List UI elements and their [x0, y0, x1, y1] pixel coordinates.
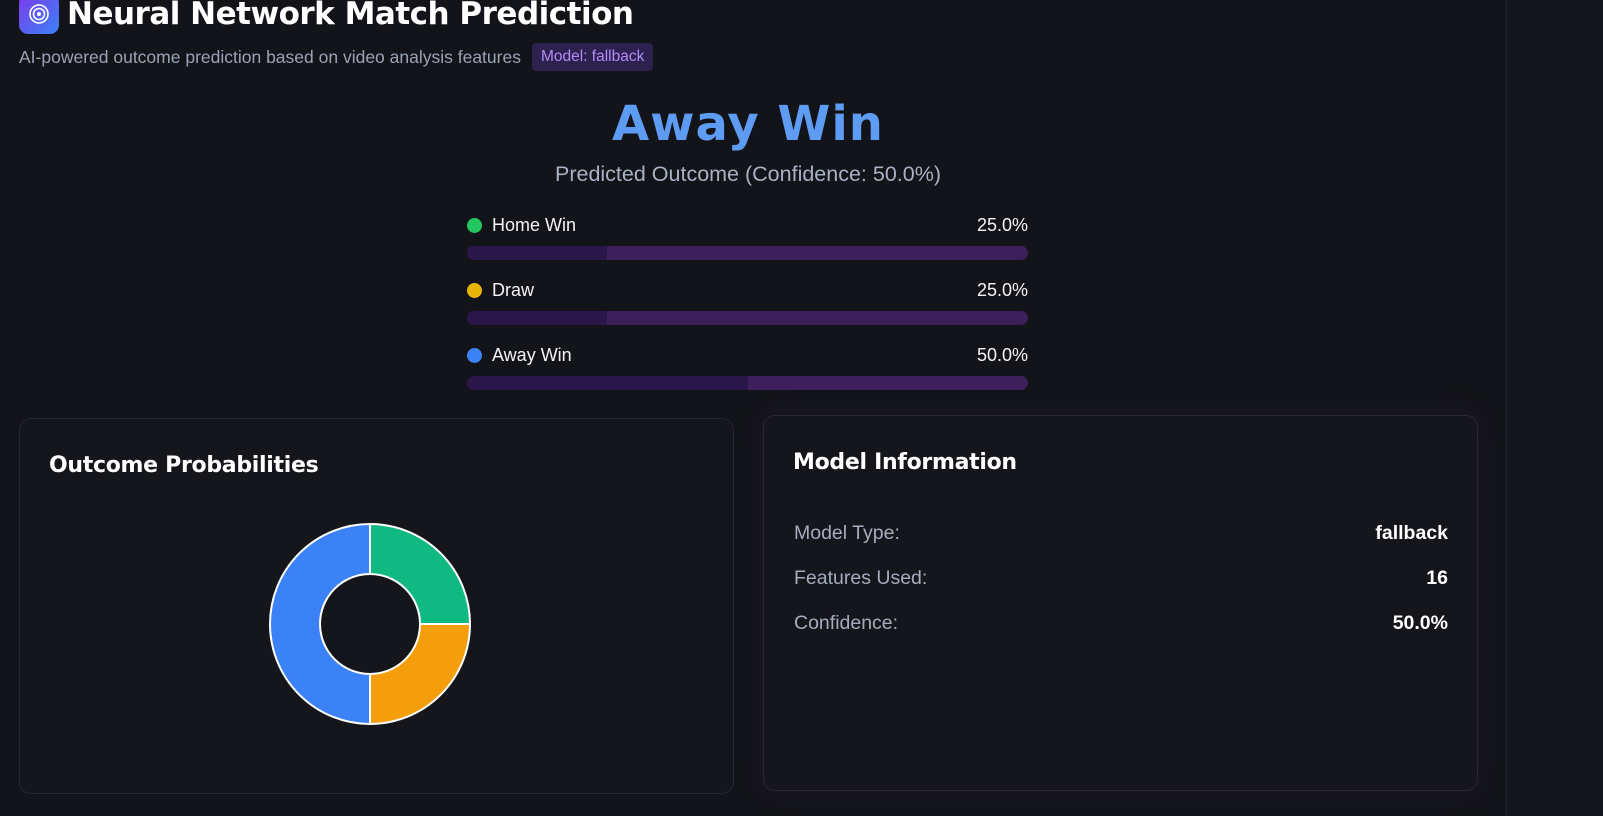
draw-dot-icon — [467, 282, 482, 298]
info-label: Features Used: — [794, 567, 928, 589]
away-win-dot-icon — [467, 347, 482, 363]
info-value: 50.0% — [1392, 612, 1448, 634]
confidence-row: Confidence: 50.0% — [794, 601, 1448, 646]
probability-bar-fill — [467, 376, 748, 390]
page-header: Neural Network Match Prediction AI-power… — [19, 0, 654, 71]
probability-bar — [467, 376, 1028, 390]
card-title: Model Information — [793, 450, 1017, 475]
info-value: fallback — [1375, 522, 1448, 544]
probability-percent: 50.0% — [976, 344, 1028, 365]
donut-slice-draw[interactable] — [369, 623, 472, 726]
probability-label: Home Win — [492, 214, 577, 235]
right-rail — [1506, 0, 1603, 816]
probability-bar-fill — [467, 311, 608, 325]
home-win-dot-icon — [467, 217, 482, 233]
prediction-summary: Away Win Predicted Outcome (Confidence: … — [0, 96, 1496, 187]
probability-row-home-win: Home Win 25.0% — [467, 212, 1028, 277]
info-value: 16 — [1426, 567, 1448, 589]
probability-label: Draw — [492, 279, 535, 300]
target-icon — [19, 0, 59, 34]
probability-row-away-win: Away Win 50.0% — [467, 342, 1028, 407]
model-info-list: Model Type: fallback Features Used: 16 C… — [794, 511, 1448, 646]
title-row: Neural Network Match Prediction — [19, 0, 653, 34]
donut-slice-home-win[interactable] — [369, 522, 472, 625]
subtitle-row: AI-powered outcome prediction based on v… — [19, 43, 654, 71]
model-type-row: Model Type: fallback — [794, 511, 1448, 556]
model-information-card: Model Information Model Type: fallback F… — [763, 415, 1478, 791]
features-used-row: Features Used: 16 — [794, 556, 1448, 601]
predicted-outcome: Away Win — [612, 96, 884, 152]
probability-bar — [467, 246, 1028, 260]
outcome-probabilities-card: Outcome Probabilities — [19, 418, 734, 794]
predicted-outcome-subtitle: Predicted Outcome (Confidence: 50.0%) — [554, 162, 941, 186]
card-title: Outcome Probabilities — [49, 453, 319, 478]
probability-bars: Home Win 25.0% Draw 25.0% Away Win 50.0% — [467, 212, 1028, 407]
probability-percent: 25.0% — [976, 279, 1028, 300]
donut-slice-away-win[interactable] — [269, 522, 371, 726]
page-subtitle: AI-powered outcome prediction based on v… — [19, 46, 521, 67]
outcome-donut-chart — [269, 522, 472, 726]
probability-bar-fill — [467, 246, 608, 260]
probability-row-draw: Draw 25.0% — [467, 277, 1028, 342]
page-title: Neural Network Match Prediction — [67, 0, 634, 32]
probability-label: Away Win — [492, 344, 572, 365]
model-badge: Model: fallback — [531, 43, 654, 71]
info-label: Confidence: — [794, 612, 899, 634]
probability-bar — [467, 311, 1028, 325]
probability-percent: 25.0% — [976, 214, 1028, 235]
info-label: Model Type: — [794, 522, 900, 544]
